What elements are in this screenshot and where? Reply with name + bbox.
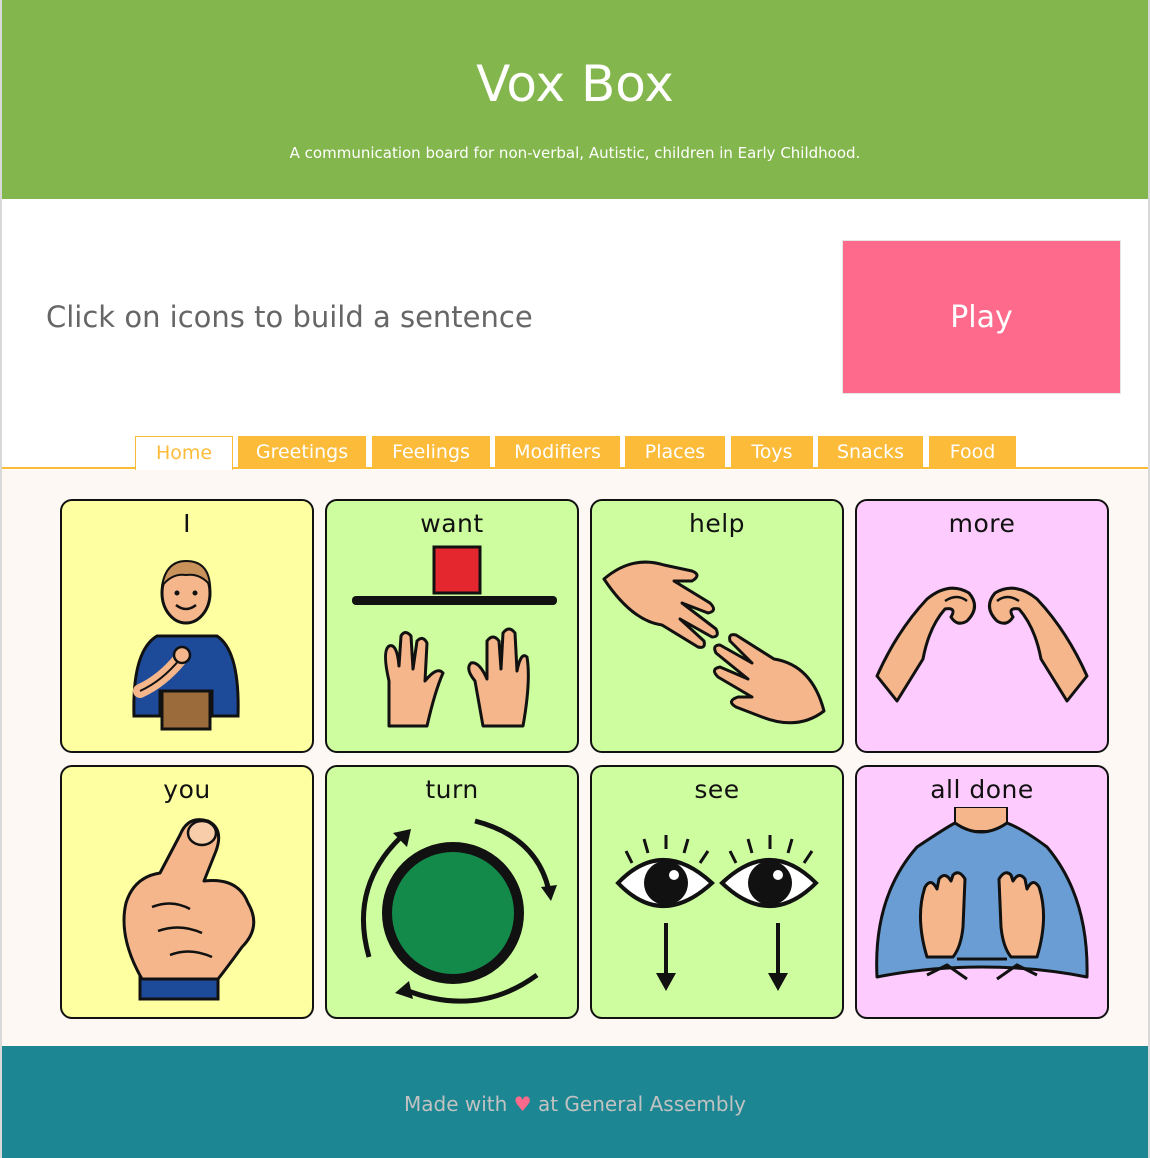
card-all-done[interactable]: all done <box>855 765 1109 1019</box>
card-word: all done <box>930 775 1034 804</box>
card-word: see <box>694 775 740 804</box>
tab-toys[interactable]: Toys <box>731 436 813 468</box>
footer-prefix: Made with <box>404 1092 508 1116</box>
card-word: you <box>163 775 211 804</box>
circular-arrows-icon <box>361 818 557 1004</box>
person-pointing-self-icon <box>132 559 240 731</box>
card-word: turn <box>425 775 479 804</box>
card-word: I <box>183 509 191 538</box>
helping-hands-icon <box>602 560 826 725</box>
tab-food[interactable]: Food <box>929 436 1016 468</box>
tab-feelings[interactable]: Feelings <box>372 436 490 468</box>
eyes-looking-icon <box>615 835 819 991</box>
tab-places[interactable]: Places <box>625 436 725 468</box>
card-i[interactable]: I <box>60 499 314 753</box>
tab-modifiers[interactable]: Modifiers <box>495 436 620 468</box>
card-you[interactable]: you <box>60 765 314 1019</box>
card-word: more <box>948 509 1016 538</box>
card-want[interactable]: want <box>325 499 579 753</box>
card-see[interactable]: see <box>590 765 844 1019</box>
card-word: want <box>420 509 484 538</box>
card-turn[interactable]: turn <box>325 765 579 1019</box>
tab-snacks[interactable]: Snacks <box>818 436 923 468</box>
heart-icon: ♥ <box>513 1092 532 1116</box>
icon-board: I want help more you turn see all done <box>2 470 1148 1046</box>
footer-suffix: at General Assembly <box>537 1092 746 1116</box>
more-sign-hands-icon <box>875 586 1089 703</box>
app-subtitle: A communication board for non-verbal, Au… <box>289 144 861 162</box>
tab-home[interactable]: Home <box>135 436 233 470</box>
all-done-sign-icon <box>875 807 1089 981</box>
app-title: Vox Box <box>476 55 674 113</box>
card-more[interactable]: more <box>855 499 1109 753</box>
page: Vox Box A communication board for non-ve… <box>0 0 1150 1158</box>
tab-greetings[interactable]: Greetings <box>238 436 366 468</box>
play-button[interactable]: Play <box>842 240 1121 394</box>
card-help[interactable]: help <box>590 499 844 753</box>
header-banner: Vox Box A communication board for non-ve… <box>2 0 1148 199</box>
card-word: help <box>688 509 746 538</box>
category-tabs: Home Greetings Feelings Modifiers Places… <box>2 436 1148 470</box>
footer-credit: Made with ♥ at General Assembly <box>2 1092 1148 1116</box>
sentence-display[interactable]: Click on icons to build a sentence <box>46 297 533 337</box>
footer: Made with ♥ at General Assembly <box>2 1046 1148 1158</box>
hands-reaching-icon <box>352 545 557 728</box>
pointing-finger-icon <box>122 818 256 1001</box>
